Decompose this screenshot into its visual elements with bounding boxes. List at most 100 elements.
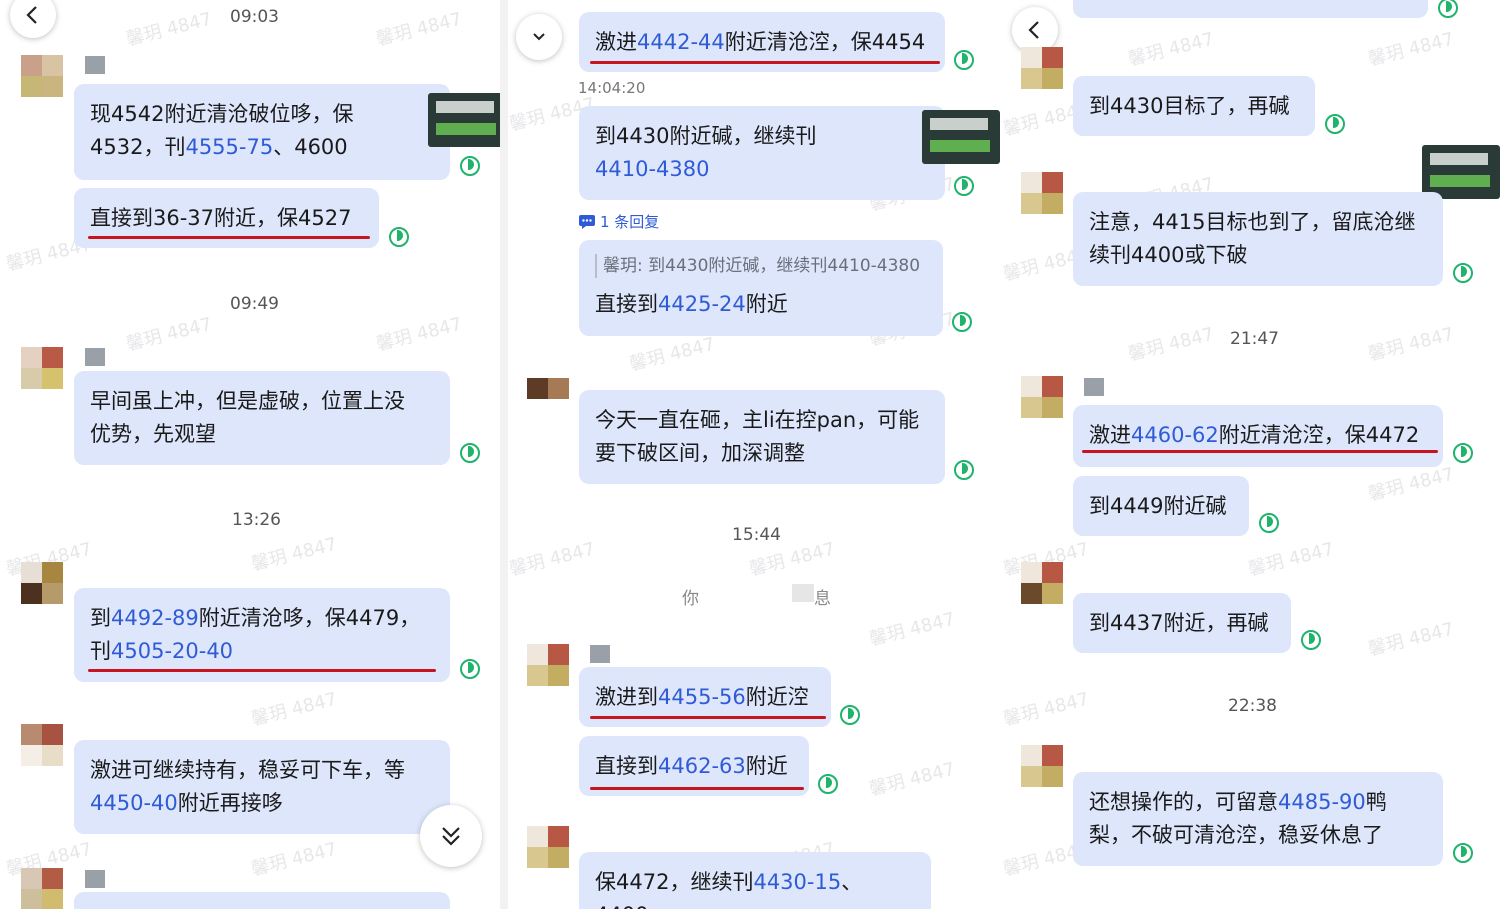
message-text: 刊	[90, 639, 111, 663]
read-check-icon	[952, 312, 972, 332]
message-bubble[interactable]: 到4449附近碱	[1073, 476, 1249, 536]
message-text: 4532，刊	[90, 135, 186, 159]
message-text: 附近	[745, 754, 788, 778]
price-range: 4425-24	[658, 292, 746, 316]
price-range: 4430-15	[753, 870, 842, 894]
avatar[interactable]	[1021, 745, 1063, 787]
message-bubble[interactable]: 早间虽上冲，但是虚破，位置上没 优势，先观望	[74, 371, 450, 465]
message-bubble[interactable]: 馨玥: 到4430附近碱，继续刊4410-4380 直接到4425-24附近	[579, 240, 943, 336]
avatar[interactable]	[21, 724, 63, 766]
comment-icon	[579, 214, 595, 229]
read-check-icon	[1453, 263, 1473, 283]
message-bubble[interactable]: 到4437附近，再碱	[1073, 593, 1291, 653]
message-bubble[interactable]: 到4430目标了，再碱	[1073, 76, 1315, 136]
read-check-icon	[1325, 114, 1345, 134]
red-underline	[88, 236, 370, 239]
message-text: 到4437附近，再碱	[1089, 611, 1269, 635]
watermark: 馨玥 4847	[627, 333, 718, 376]
chat-panel-3[interactable]: 馨玥 4847 馨玥 4847 馨玥 4847 馨玥 4847 馨玥 4847 …	[1002, 0, 1500, 909]
message-text: 现4542附近清沧破位哆，保	[90, 102, 354, 126]
avatar[interactable]	[1021, 562, 1063, 604]
watermark: 馨玥 4847	[867, 608, 958, 651]
avatar[interactable]	[1021, 47, 1063, 89]
avatar[interactable]	[21, 868, 63, 909]
watermark: 馨玥 4847	[867, 758, 958, 801]
watermark: 馨玥 4847	[374, 8, 465, 51]
message-bubble[interactable]: 今天一直在砸，主li在控pan，可能 要下破区间，加深调整	[579, 390, 945, 484]
avatar[interactable]	[1021, 172, 1063, 214]
message-text: 到	[90, 606, 111, 630]
message-text: 附近清沧哆，保4479，	[198, 606, 421, 630]
message-bubble[interactable]: 保4472，继续刊4430-15、4400	[579, 852, 931, 909]
read-check-icon	[818, 774, 838, 794]
timestamp: 15:44	[732, 525, 781, 545]
quoted-message[interactable]: 馨玥: 到4430附近碱，继续刊4410-4380	[595, 254, 927, 278]
message-bubble[interactable]: 激进4460-62附近清沧涳，保4472	[1073, 405, 1443, 467]
message-bubble[interactable]: 还想操作的，可留意4485-90鸭 梨，不破可清沧涳，稳妥休息了	[1073, 772, 1443, 866]
price-range: 4460-62	[1131, 423, 1219, 447]
avatar[interactable]	[21, 562, 63, 604]
price-range: 4505-20-40	[111, 639, 234, 663]
read-check-icon	[1453, 443, 1473, 463]
message-bubble[interactable]	[74, 892, 450, 909]
avatar[interactable]	[527, 644, 569, 686]
message-text: 早间虽上冲，但是虚破，位置上没	[90, 389, 405, 413]
watermark: 馨玥 4847	[249, 838, 340, 881]
panel-divider	[500, 0, 508, 909]
image-thumbnail[interactable]	[428, 93, 500, 147]
message-text: 直接到	[595, 754, 658, 778]
message-bubble[interactable]: 现4542附近清沧破位哆，保 4532，刊4555-75、4600	[74, 84, 450, 180]
avatar[interactable]	[527, 826, 569, 868]
back-button[interactable]	[10, 0, 56, 38]
watermark: 馨玥 4847	[1366, 618, 1457, 661]
avatar[interactable]	[527, 378, 569, 400]
price-range: 4442-44	[637, 30, 725, 54]
message-text: 注意，4415目标也到了，留底沧继	[1089, 210, 1416, 234]
system-notice-fragment: 息	[814, 589, 831, 609]
message-bubble[interactable]: 到4430附近碱，继续刊 4410-4380	[579, 106, 945, 200]
image-thumbnail[interactable]	[1422, 145, 1500, 199]
read-check-icon	[1301, 630, 1321, 650]
timestamp: 14:04:20	[578, 79, 646, 97]
price-range: 4450-40	[90, 791, 178, 815]
watermark: 馨玥 4847	[124, 8, 215, 51]
sender-name	[85, 348, 105, 366]
message-bubble[interactable]: 直接到36-37附近，保4527	[74, 188, 379, 248]
watermark: 馨玥 4847	[124, 313, 215, 356]
watermark: 馨玥 4847	[249, 533, 340, 576]
message-text: 还想操作的，可留意	[1089, 790, 1278, 814]
image-thumbnail[interactable]	[922, 110, 1000, 164]
read-check-icon	[954, 50, 974, 70]
read-check-icon	[840, 705, 860, 725]
avatar[interactable]	[21, 347, 63, 389]
scroll-to-bottom-button[interactable]	[420, 805, 482, 867]
red-underline	[88, 669, 436, 672]
chat-panel-1[interactable]: 馨玥 4847 馨玥 4847 馨玥 4847 馨玥 4847 馨玥 4847 …	[0, 0, 500, 909]
back-button[interactable]	[516, 14, 562, 60]
message-bubble[interactable]: 激进可继续持有，稳妥可下车，等 4450-40附近再接哆	[74, 740, 450, 834]
reply-count-link[interactable]: 1 条回复	[579, 211, 659, 232]
sender-name	[1084, 378, 1104, 396]
sender-name	[590, 645, 610, 663]
read-check-icon	[954, 176, 974, 196]
timestamp: 21:47	[1230, 329, 1279, 349]
message-text: 直接到	[595, 292, 658, 316]
message-text: 到4430附近碱，继续刊	[595, 124, 817, 148]
message-text: 续刊4400或下破	[1089, 243, 1248, 267]
message-bubble[interactable]	[1073, 0, 1428, 18]
message-text: 、4600	[273, 135, 348, 159]
avatar[interactable]	[1021, 376, 1063, 418]
message-text: 优势，先观望	[90, 422, 216, 446]
message-text: 保4472，继续刊	[595, 870, 754, 894]
sender-name	[85, 56, 105, 74]
price-range: 4485-90	[1278, 790, 1366, 814]
message-text: 附近涳	[745, 685, 809, 709]
message-text: 激进	[595, 30, 637, 54]
message-bubble[interactable]: 到4492-89附近清沧哆，保4479， 刊4505-20-40	[74, 588, 450, 682]
message-bubble[interactable]: 注意，4415目标也到了，留底沧继 续刊4400或下破	[1073, 192, 1443, 286]
red-underline	[590, 716, 826, 719]
avatar[interactable]	[21, 55, 63, 97]
message-text: 附近	[745, 292, 788, 316]
chat-panel-2[interactable]: 馨玥 4847 馨玥 4847 馨玥 4847 馨玥 4847 馨玥 4847 …	[508, 0, 1002, 909]
read-check-icon	[460, 443, 480, 463]
